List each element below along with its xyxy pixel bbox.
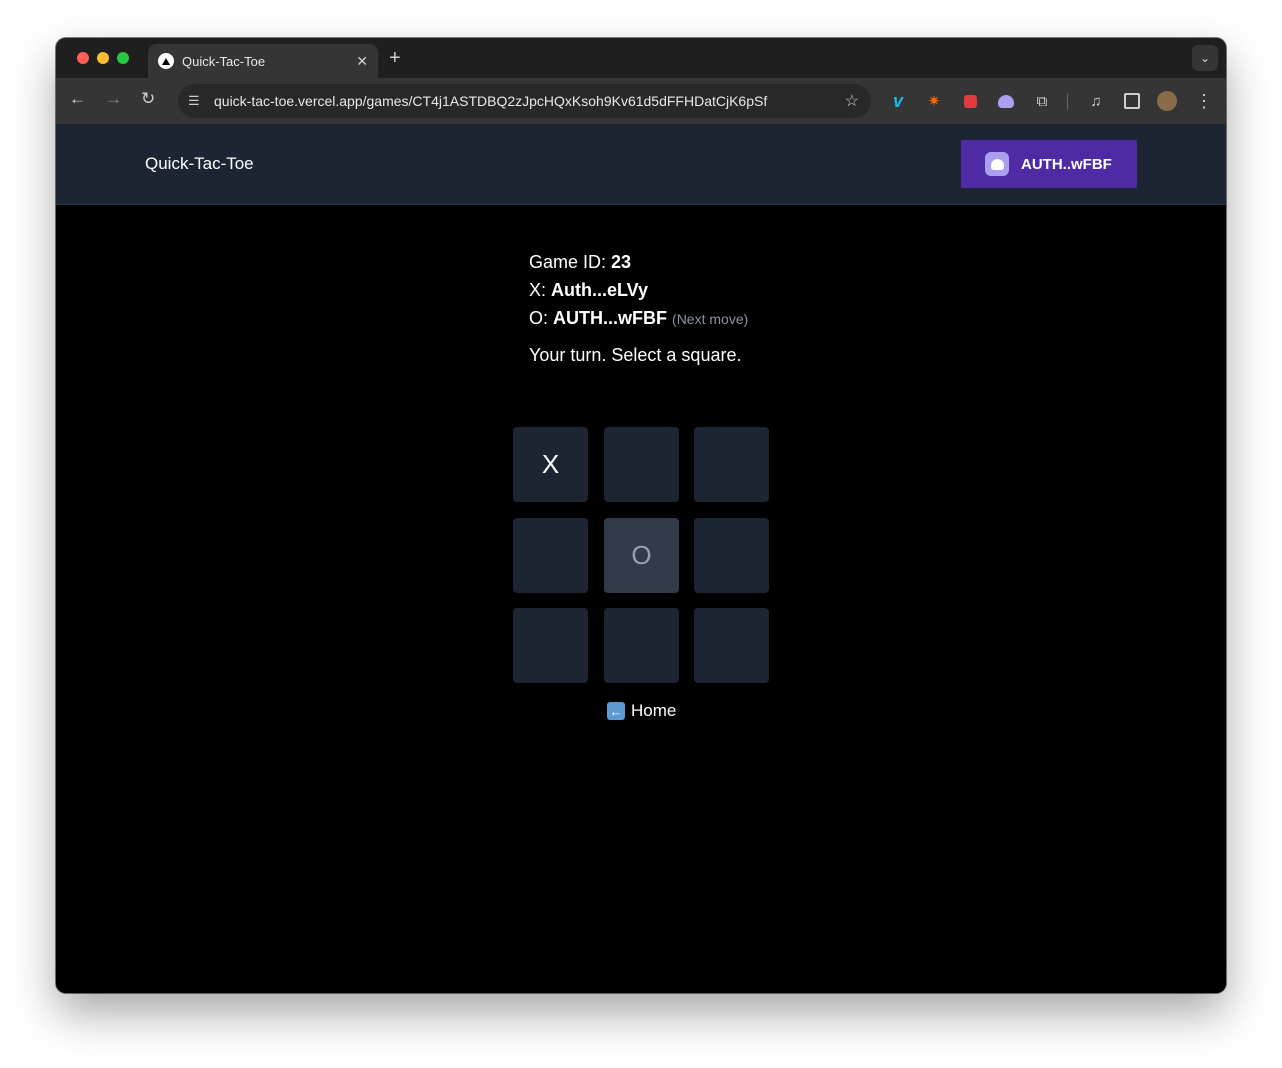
tab-quick-tac-toe[interactable]: Quick-Tac-Toe ✕: [148, 44, 378, 78]
profile-avatar-icon[interactable]: [1157, 91, 1177, 111]
browser-window: Quick-Tac-Toe ✕ + ⌄ ← → ↻ ☰ quick-tac-to…: [56, 38, 1226, 993]
board-cell-7[interactable]: [604, 608, 679, 683]
address-bar[interactable]: ☰ quick-tac-toe.vercel.app/games/CT4j1AS…: [178, 84, 871, 118]
vercel-favicon-icon: [158, 53, 174, 69]
board-cell-4[interactable]: O: [604, 518, 679, 593]
left-arrow-icon: ←: [607, 702, 625, 720]
player-x-line: X: Auth...eLVy: [529, 280, 649, 300]
phantom-ghost-icon[interactable]: [996, 91, 1016, 111]
media-control-icon[interactable]: ♫: [1086, 91, 1106, 111]
game-id: 23: [611, 252, 632, 272]
board-cell-3[interactable]: [513, 518, 588, 593]
browser-toolbar: ← → ↻ ☰ quick-tac-toe.vercel.app/games/C…: [56, 78, 1226, 124]
new-tab-icon[interactable]: +: [389, 47, 401, 70]
close-tab-icon[interactable]: ✕: [356, 53, 368, 70]
star-icon[interactable]: ☆: [845, 91, 859, 111]
board-cell-8[interactable]: [694, 608, 769, 683]
tab-search-chevron-icon[interactable]: ⌄: [1192, 45, 1218, 71]
home-label: Home: [631, 701, 677, 720]
board-cell-5[interactable]: [694, 518, 769, 593]
vimeo-icon[interactable]: v: [888, 91, 908, 111]
back-arrow-icon[interactable]: ←: [69, 89, 86, 109]
board-cell-1[interactable]: [604, 427, 679, 502]
tab-strip: Quick-Tac-Toe ✕ + ⌄: [56, 38, 1226, 78]
toolbar-divider: [1067, 94, 1068, 110]
page-content: Quick-Tac-Toe AUTH..wFBF Game ID: 23 X: …: [56, 124, 1226, 993]
forward-arrow-icon[interactable]: →: [105, 89, 122, 109]
tab-title: Quick-Tac-Toe: [182, 53, 266, 69]
wallet-button[interactable]: AUTH..wFBF: [961, 140, 1137, 188]
brand-title[interactable]: Quick-Tac-Toe: [145, 154, 254, 174]
lock-extension-icon[interactable]: [960, 91, 980, 111]
side-panel-icon[interactable]: [1122, 91, 1142, 111]
next-move-indicator: (Next move): [672, 311, 749, 327]
board-cell-2[interactable]: [694, 427, 769, 502]
turn-status: Your turn. Select a square.: [529, 345, 742, 365]
site-settings-icon[interactable]: ☰: [188, 93, 204, 109]
player-o-line: O: AUTH...wFBF (Next move): [529, 308, 749, 328]
puzzle-icon[interactable]: ⧉: [1032, 91, 1052, 111]
maximize-window-button[interactable]: [117, 52, 129, 64]
reload-icon[interactable]: ↻: [141, 89, 155, 109]
game-id-line: Game ID: 23: [529, 252, 632, 272]
spark-icon[interactable]: ✷: [924, 91, 944, 111]
app-header: Quick-Tac-Toe AUTH..wFBF: [56, 124, 1226, 205]
phantom-ghost-icon: [985, 152, 1009, 176]
home-link[interactable]: ← Home: [607, 701, 676, 721]
board-cell-0[interactable]: X: [513, 427, 588, 502]
close-window-button[interactable]: [77, 52, 89, 64]
player-o: AUTH...wFBF: [553, 308, 668, 328]
wallet-label: AUTH..wFBF: [1021, 155, 1112, 173]
game-info: Game ID: 23 X: Auth...eLVy O: AUTH...wFB…: [529, 248, 748, 333]
url-text[interactable]: quick-tac-toe.vercel.app/games/CT4j1ASTD…: [214, 93, 845, 109]
game-board: X O: [513, 427, 769, 683]
kebab-menu-icon[interactable]: ⋮: [1194, 91, 1214, 111]
player-x: Auth...eLVy: [551, 280, 649, 300]
board-cell-6[interactable]: [513, 608, 588, 683]
minimize-window-button[interactable]: [97, 52, 109, 64]
